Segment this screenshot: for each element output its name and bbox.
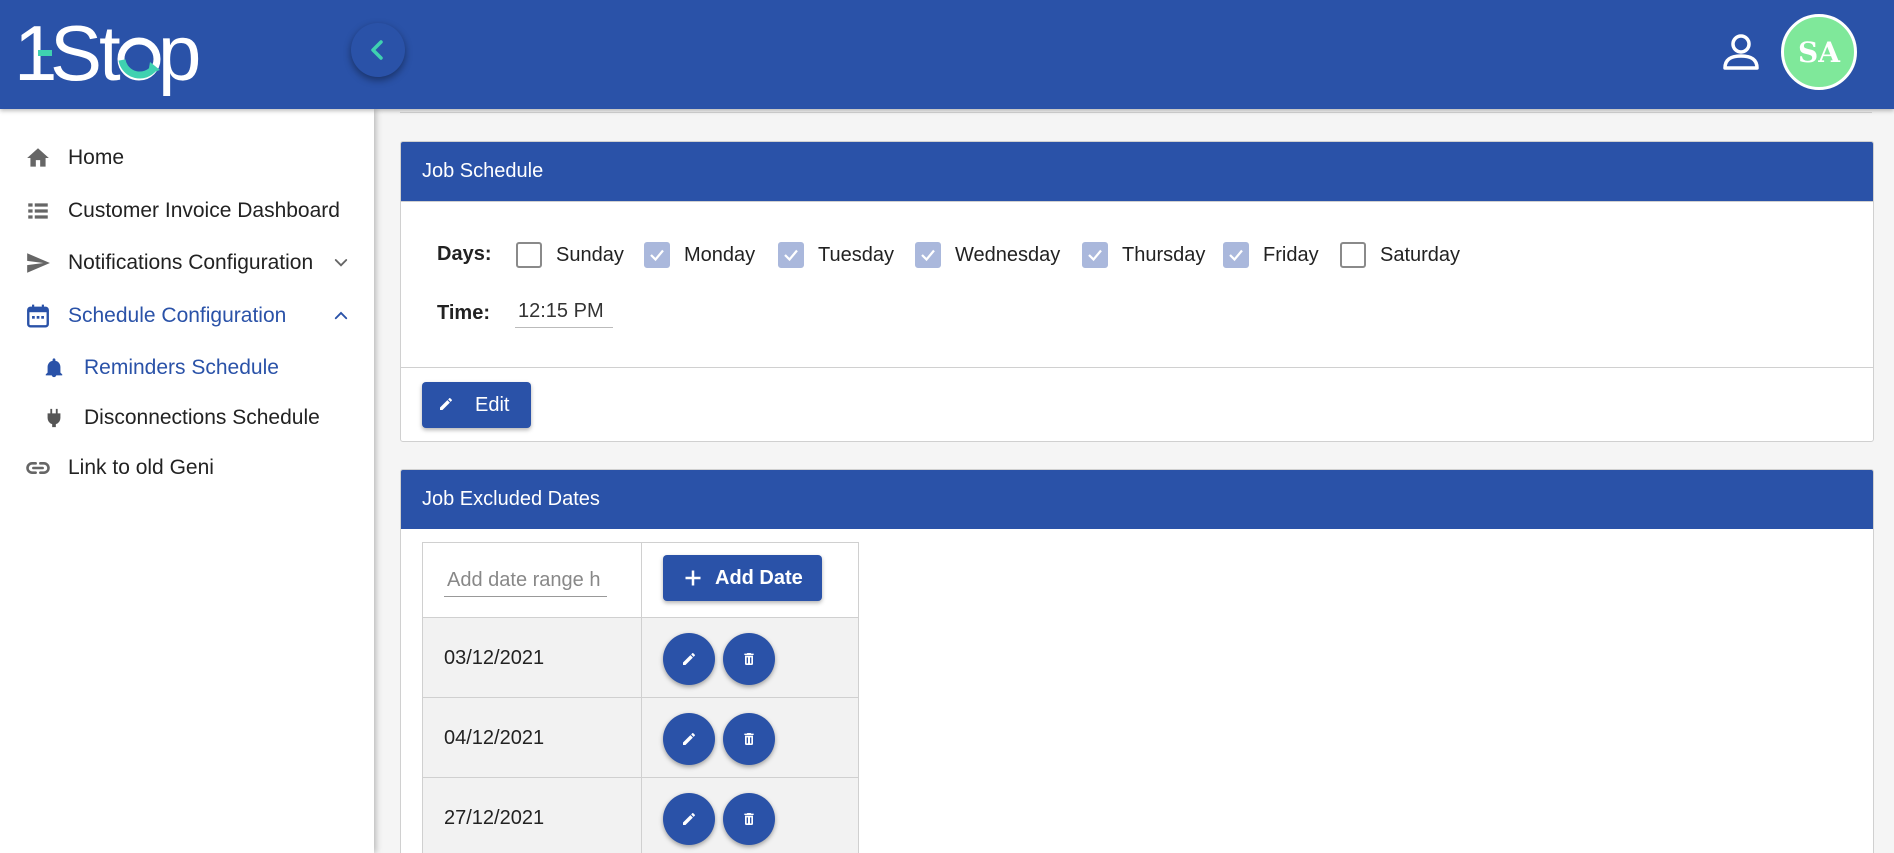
avatar[interactable]: SA (1781, 14, 1857, 90)
checkbox-checked[interactable] (1223, 242, 1249, 268)
trash-icon (744, 813, 754, 825)
pencil-icon (683, 813, 695, 825)
job-excluded-dates-header: Job Excluded Dates (401, 470, 1873, 529)
home-icon (24, 144, 52, 172)
sidebar-item-label: Schedule Configuration (68, 304, 287, 327)
checkbox-checked[interactable] (1082, 242, 1108, 268)
day-label: Thursday (1122, 243, 1206, 266)
main-content: Job Schedule Days: Sunday Monday Tuesday… (374, 109, 1894, 853)
day-monday[interactable]: Monday (644, 241, 755, 269)
app-logo[interactable]: 1 St p (14, 8, 234, 98)
check-icon (784, 249, 798, 262)
card-divider (401, 367, 1873, 368)
chevron-up-icon[interactable] (330, 305, 352, 327)
top-app-bar: 1 St p SA (0, 0, 1894, 109)
checkbox-checked[interactable] (915, 242, 941, 268)
checkbox[interactable] (516, 242, 542, 268)
job-schedule-card: Job Schedule Days: Sunday Monday Tuesday… (400, 141, 1874, 442)
one-stop-logo: 1 St p (14, 9, 202, 97)
chevron-left-icon (371, 40, 383, 60)
day-label: Monday (684, 243, 756, 266)
delete-date-button[interactable] (723, 633, 775, 685)
sidebar-item-home[interactable]: Home (0, 133, 374, 183)
day-tuesday[interactable]: Tuesday (778, 241, 894, 269)
sidebar-item-label: Notifications Configuration (68, 251, 314, 274)
checkbox-checked[interactable] (644, 242, 670, 268)
day-label: Friday (1263, 243, 1319, 266)
excluded-date: 03/12/2021 (444, 646, 545, 669)
sidebar-item-label: Reminders Schedule (84, 356, 279, 379)
time-label: Time: (437, 302, 490, 324)
time-field[interactable]: 12:15 PM (515, 296, 613, 328)
days-label: Days: (437, 243, 492, 265)
sidebar-item-notifications-configuration[interactable]: Notifications Configuration (0, 238, 374, 288)
trash-icon (744, 733, 754, 745)
check-icon (1088, 249, 1102, 262)
add-date-button[interactable]: Add Date (663, 555, 822, 601)
chevron-down-icon[interactable] (330, 252, 352, 274)
day-label: Tuesday (818, 243, 894, 266)
svg-text:p: p (158, 9, 199, 97)
day-label: Saturday (1380, 243, 1461, 266)
collapse-sidebar-button[interactable] (351, 23, 405, 77)
checkbox-checked[interactable] (778, 242, 804, 268)
avatar-initials: SA (1798, 35, 1840, 69)
day-friday[interactable]: Friday (1223, 241, 1319, 269)
day-wednesday[interactable]: Wednesday (915, 241, 1060, 269)
check-icon (921, 249, 935, 262)
plug-icon (40, 404, 68, 432)
edit-date-button[interactable] (663, 793, 715, 845)
divider (400, 112, 1872, 113)
sidebar-item-label: Disconnections Schedule (84, 406, 320, 429)
sidebar-item-link-to-old-geni[interactable]: Link to old Geni (0, 443, 374, 493)
edit-label: Edit (475, 393, 510, 416)
sidebar-item-label: Link to old Geni (68, 456, 214, 479)
send-icon (24, 249, 52, 277)
pencil-icon (440, 398, 452, 410)
delete-date-button[interactable] (723, 713, 775, 765)
job-schedule-header: Job Schedule (401, 142, 1873, 201)
sidebar-item-disconnections-schedule[interactable]: Disconnections Schedule (0, 393, 374, 443)
table-row: 03/12/2021 (423, 617, 858, 697)
table-header-row: Add Date (423, 543, 858, 617)
svg-text:St: St (50, 9, 121, 97)
sidebar: Home Customer Invoice Dashboard Notifica… (0, 109, 374, 853)
pencil-icon (683, 653, 695, 665)
trash-icon (744, 653, 754, 665)
day-sunday[interactable]: Sunday (516, 241, 624, 269)
excluded-date: 27/12/2021 (444, 806, 545, 829)
sidebar-item-reminders-schedule[interactable]: Reminders Schedule (0, 343, 374, 393)
edit-button[interactable]: Edit (422, 382, 531, 428)
table-row: 27/12/2021 (423, 777, 858, 853)
delete-date-button[interactable] (723, 793, 775, 845)
excluded-date: 04/12/2021 (444, 726, 545, 749)
bell-icon (40, 354, 68, 382)
job-excluded-dates-card: Job Excluded Dates Add Date 03/12/2021 0… (400, 469, 1874, 853)
check-icon (1229, 249, 1243, 262)
list-icon (24, 197, 52, 225)
account-button[interactable] (1717, 28, 1765, 76)
add-date-label: Add Date (715, 566, 803, 589)
pencil-icon (683, 733, 695, 745)
sidebar-item-label: Customer Invoice Dashboard (68, 199, 340, 222)
sidebar-item-schedule-configuration[interactable]: Schedule Configuration (0, 291, 374, 341)
link-icon (24, 454, 52, 482)
day-label: Wednesday (955, 243, 1061, 266)
plus-icon (685, 570, 701, 586)
day-thursday[interactable]: Thursday (1082, 241, 1205, 269)
day-label: Sunday (556, 243, 624, 266)
sidebar-item-customer-invoice-dashboard[interactable]: Customer Invoice Dashboard (0, 186, 374, 236)
check-icon (650, 249, 664, 262)
excluded-dates-table: Add Date 03/12/2021 04/12/2021 27/12/202… (422, 542, 859, 853)
day-saturday[interactable]: Saturday (1340, 241, 1460, 269)
sidebar-item-label: Home (68, 146, 125, 169)
table-row: 04/12/2021 (423, 697, 858, 777)
person-icon (1723, 34, 1759, 70)
date-range-input[interactable] (444, 565, 607, 597)
edit-date-button[interactable] (663, 633, 715, 685)
edit-date-button[interactable] (663, 713, 715, 765)
checkbox[interactable] (1340, 242, 1366, 268)
calendar-icon (24, 302, 52, 330)
